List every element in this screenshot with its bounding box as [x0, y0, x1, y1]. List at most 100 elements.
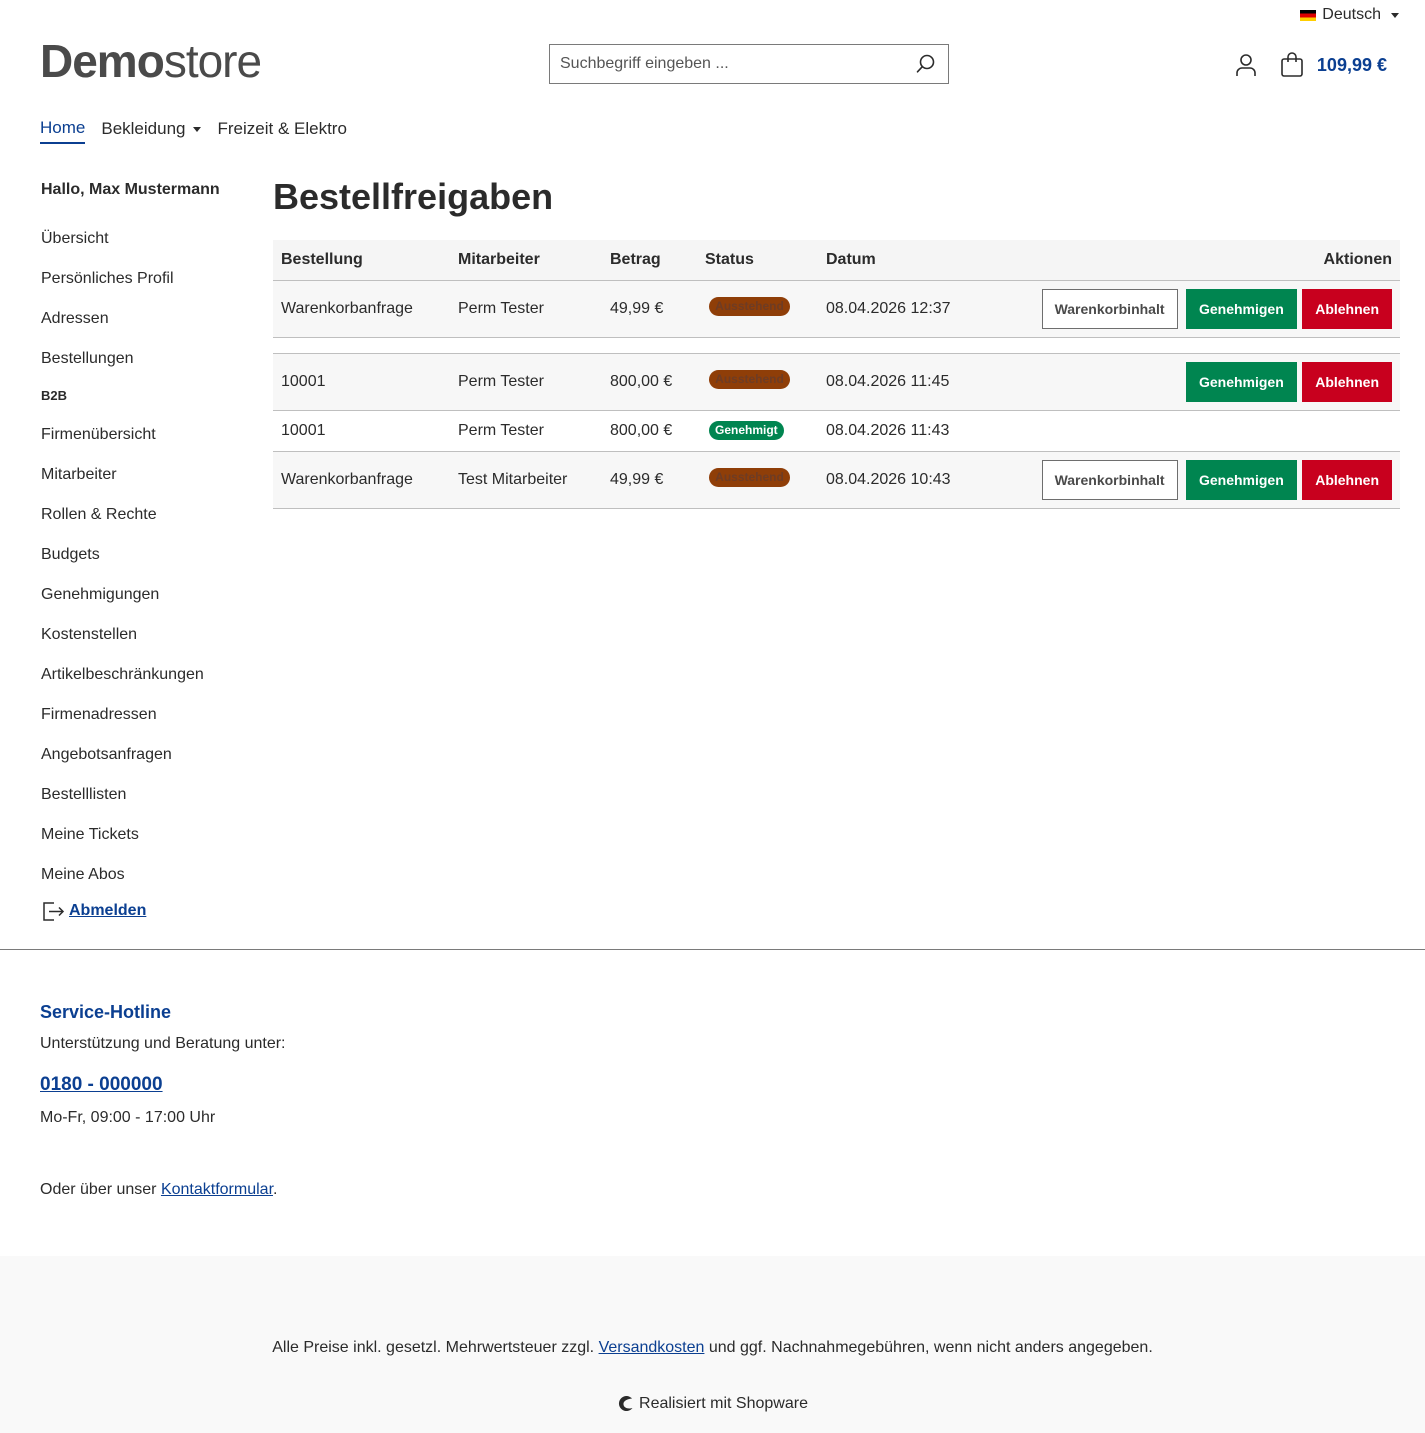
logo[interactable]: Demostore — [40, 35, 262, 87]
sidebar-item-overview[interactable]: Übersicht — [41, 229, 261, 269]
cart-button[interactable] — [1275, 48, 1309, 82]
search-box — [549, 44, 949, 84]
employee-cell: Perm Tester — [450, 410, 602, 452]
nav-label: Bekleidung — [101, 119, 186, 138]
employee-cell: Perm Tester — [450, 353, 602, 411]
table-row: Warenkorbanfrage Perm Tester 49,99 € Aus… — [273, 280, 1400, 338]
actions-cell: Warenkorbinhalt Genehmigen Ablehnen — [1013, 280, 1400, 338]
logo-bold: Demo — [40, 35, 165, 87]
sidebar-item-order-lists[interactable]: Bestelllisten — [41, 785, 261, 825]
opening-hours: Mo-Fr, 09:00 - 17:00 Uhr — [40, 1109, 216, 1126]
contact-prefix: Oder über unser — [40, 1181, 161, 1198]
search-input[interactable] — [550, 45, 904, 83]
decline-button[interactable]: Ablehnen — [1302, 288, 1392, 329]
sidebar-item-cost-centers[interactable]: Kostenstellen — [41, 625, 261, 665]
footer-bottom: Alle Preise inkl. gesetzl. Mehrwertsteue… — [0, 1256, 1425, 1433]
column-header-order: Bestellung — [273, 240, 450, 281]
greeting: Hallo, Max Mustermann — [41, 181, 220, 198]
logout-link[interactable]: Abmelden — [41, 899, 261, 923]
order-cell: Warenkorbanfrage — [273, 451, 450, 509]
approve-button[interactable]: Genehmigen — [1185, 459, 1297, 500]
sidebar-item-quote-requests[interactable]: Angebotsanfragen — [41, 745, 261, 785]
main-navigation: Home Bekleidung Freizeit & Elektro — [40, 118, 347, 144]
table-row: Warenkorbanfrage Test Mitarbeiter 49,99 … — [273, 451, 1400, 509]
amount-cell: 800,00 € — [602, 410, 697, 452]
german-flag-icon — [1300, 9, 1317, 21]
nav-item-freizeit-elektro[interactable]: Freizeit & Elektro — [217, 118, 346, 144]
footer-service: Service-Hotline Unterstützung und Beratu… — [40, 1000, 286, 1200]
footer-divider — [0, 949, 1425, 950]
logout-label: Abmelden — [69, 902, 147, 919]
sidebar-item-addresses[interactable]: Adressen — [41, 309, 261, 349]
shopware-logo-icon — [618, 1396, 633, 1412]
sidebar-section-b2b: B2B — [41, 388, 68, 403]
approve-button[interactable]: Genehmigen — [1185, 361, 1297, 402]
approvals-table: Bestellung Mitarbeiter Betrag Status Dat… — [273, 240, 1400, 509]
hotline-title: Service-Hotline — [40, 1002, 172, 1022]
contact-form-link[interactable]: Kontaktformular — [161, 1181, 273, 1198]
phone-link[interactable]: 0180 - 000000 — [40, 1074, 286, 1096]
status-cell: Ausstehend — [697, 451, 818, 509]
contact-suffix: . — [273, 1181, 278, 1198]
column-header-status: Status — [697, 240, 818, 281]
powered-by[interactable]: Realisiert mit Shopware — [0, 1395, 1425, 1413]
actions-cell: Genehmigen Ablehnen — [1013, 353, 1400, 411]
sidebar-item-product-restrictions[interactable]: Artikelbeschränkungen — [41, 665, 261, 705]
nav-label: Home — [40, 118, 86, 137]
nav-label: Freizeit & Elektro — [217, 119, 347, 138]
sidebar-item-roles[interactable]: Rollen & Rechte — [41, 505, 261, 545]
sidebar-item-company-addresses[interactable]: Firmenadressen — [41, 705, 261, 745]
header-actions: 109,99 € — [1229, 48, 1387, 82]
employee-cell: Perm Tester — [450, 280, 602, 338]
chevron-down-icon — [1391, 12, 1399, 18]
chevron-down-icon — [193, 126, 202, 132]
vat-prefix: Alle Preise inkl. gesetzl. Mehrwertsteue… — [272, 1339, 599, 1356]
approve-button[interactable]: Genehmigen — [1185, 288, 1297, 329]
cart-content-button[interactable]: Warenkorbinhalt — [1041, 288, 1178, 329]
table-spacer — [273, 337, 1400, 354]
vat-suffix: und ggf. Nachnahmegebühren, wenn nicht a… — [704, 1339, 1153, 1356]
language-selector[interactable]: Deutsch — [1300, 6, 1399, 24]
column-header-date: Datum — [818, 240, 1013, 281]
table-row: 10001 Perm Tester 800,00 € Ausstehend 08… — [273, 353, 1400, 411]
sidebar-item-profile[interactable]: Persönliches Profil — [41, 269, 261, 309]
account-sidebar: Hallo, Max Mustermann Übersicht Persönli… — [41, 180, 261, 923]
status-badge: Genehmigt — [709, 421, 784, 440]
actions-cell: Warenkorbinhalt Genehmigen Ablehnen — [1013, 451, 1400, 509]
nav-item-bekleidung[interactable]: Bekleidung — [101, 118, 202, 144]
actions-cell — [1013, 410, 1400, 452]
decline-button[interactable]: Ablehnen — [1302, 361, 1392, 402]
sidebar-item-orders[interactable]: Bestellungen — [41, 349, 261, 389]
column-header-employee: Mitarbeiter — [450, 240, 602, 281]
table-header-row: Bestellung Mitarbeiter Betrag Status Dat… — [273, 240, 1400, 281]
status-cell: Ausstehend — [697, 280, 818, 338]
user-icon — [1236, 54, 1256, 76]
date-cell: 08.04.2026 10:43 — [818, 451, 1013, 509]
status-badge: Ausstehend — [709, 369, 790, 389]
page-title: Bestellfreigaben — [273, 176, 554, 217]
cart-total[interactable]: 109,99 € — [1317, 55, 1387, 76]
shipping-costs-link[interactable]: Versandkosten — [599, 1339, 705, 1356]
sidebar-item-employees[interactable]: Mitarbeiter — [41, 465, 261, 505]
logo-light: store — [163, 35, 262, 87]
sidebar-item-company-overview[interactable]: Firmenübersicht — [41, 425, 261, 465]
employee-cell: Test Mitarbeiter — [450, 451, 602, 509]
amount-cell: 49,99 € — [602, 280, 697, 338]
powered-label: Realisiert mit Shopware — [639, 1395, 808, 1412]
vat-notice: Alle Preise inkl. gesetzl. Mehrwertsteue… — [0, 1339, 1425, 1357]
order-cell: 10001 — [273, 353, 450, 411]
language-label: Deutsch — [1322, 6, 1381, 23]
search-icon — [916, 54, 935, 73]
cart-content-button[interactable]: Warenkorbinhalt — [1041, 459, 1178, 500]
account-button[interactable] — [1229, 48, 1263, 82]
main-content: Bestellfreigaben Bestellung Mitarbeiter … — [273, 174, 1400, 509]
sidebar-item-tickets[interactable]: Meine Tickets — [41, 825, 261, 865]
amount-cell: 49,99 € — [602, 451, 697, 509]
nav-item-home[interactable]: Home — [40, 118, 86, 144]
status-badge: Ausstehend — [709, 467, 790, 487]
sidebar-item-approvals[interactable]: Genehmigungen — [41, 585, 261, 625]
search-button[interactable] — [904, 45, 948, 83]
decline-button[interactable]: Ablehnen — [1302, 459, 1392, 500]
sidebar-item-budgets[interactable]: Budgets — [41, 545, 261, 585]
date-cell: 08.04.2026 12:37 — [818, 280, 1013, 338]
